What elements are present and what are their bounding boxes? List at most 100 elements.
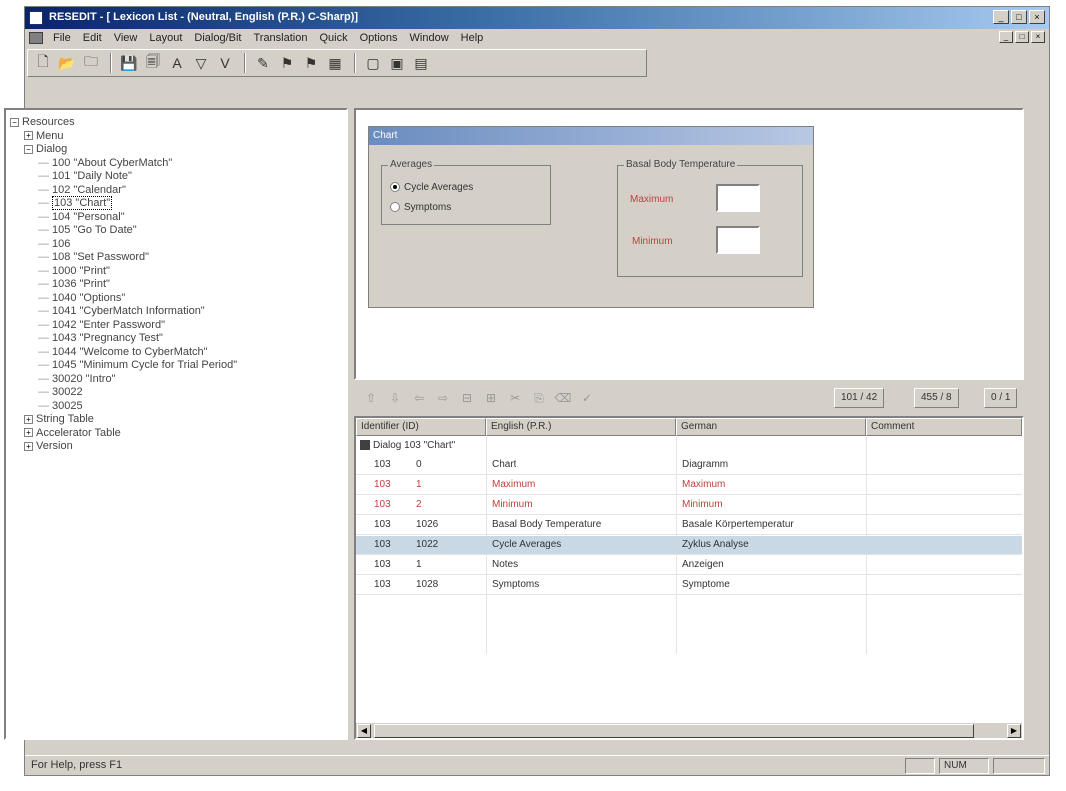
tree-item[interactable]: —1042 "Enter Password"	[38, 319, 165, 332]
tree-item[interactable]: —1041 "CyberMatch Information"	[38, 305, 205, 318]
validate-icon[interactable]: ✓	[578, 391, 596, 405]
tree-item[interactable]: —1044 "Welcome to CyberMatch"	[38, 346, 208, 359]
tree-item[interactable]: —103 "Chart"	[38, 196, 113, 210]
tree-item[interactable]: —101 "Daily Note"	[38, 170, 132, 183]
tree-item[interactable]: —1036 "Print"	[38, 278, 110, 291]
scroll-right-icon[interactable]: ▶	[1007, 724, 1021, 738]
tree-item[interactable]: —105 "Go To Date"	[38, 224, 137, 237]
table-row[interactable]: 103 1 Maximum Maximum	[356, 476, 1022, 495]
save-icon[interactable]: 💾	[118, 52, 140, 74]
flag-icon[interactable]: ⚑	[276, 52, 298, 74]
move-down-icon[interactable]: ⇩	[386, 391, 404, 405]
menu-layout[interactable]: Layout	[143, 32, 188, 44]
folder-icon[interactable]: 🗀	[80, 52, 102, 74]
title-bar[interactable]: RESEDIT - [ Lexicon List - (Neutral, Eng…	[25, 7, 1049, 29]
tree-item[interactable]: —100 "About CyberMatch"	[38, 157, 172, 170]
col-header-id[interactable]: Identifier (ID)	[356, 418, 486, 436]
tree-item[interactable]: —30022	[38, 386, 83, 399]
tree-item[interactable]: + Version	[24, 440, 73, 453]
bbt-group[interactable]: Basal Body Temperature Maximum Minimum	[617, 159, 803, 277]
collapse-icon[interactable]: ⊟	[458, 391, 476, 405]
tree-item[interactable]: + Accelerator Table	[24, 427, 121, 440]
save-all-icon[interactable]: 🗐	[142, 52, 164, 74]
expand-icon[interactable]: +	[24, 441, 33, 451]
minimum-field[interactable]	[716, 226, 760, 254]
new-icon[interactable]: 🗋	[32, 52, 54, 74]
minimize-button[interactable]: _	[993, 10, 1009, 24]
expand-icon[interactable]: ⊞	[482, 391, 500, 405]
menu-translation[interactable]: Translation	[247, 32, 313, 44]
find-icon[interactable]: A	[166, 52, 188, 74]
mdi-restore-button[interactable]: □	[1015, 31, 1029, 43]
check-icon[interactable]: V	[214, 52, 236, 74]
cut-icon[interactable]: ✂	[506, 391, 524, 405]
tree-item[interactable]: —1040 "Options"	[38, 292, 125, 305]
table-row[interactable]: 103 1026 Basal Body Temperature Basale Körp…	[356, 516, 1022, 535]
close-button[interactable]: ×	[1029, 10, 1045, 24]
dialog3-icon[interactable]: ▤	[410, 52, 432, 74]
col-header-german[interactable]: German	[676, 418, 866, 436]
move-up-icon[interactable]: ⇧	[362, 391, 380, 405]
tree-item[interactable]: —106	[38, 238, 70, 251]
scroll-thumb[interactable]	[374, 724, 974, 738]
open-icon[interactable]: 📂	[56, 52, 78, 74]
grid-icon[interactable]: ▦	[324, 52, 346, 74]
dialog2-icon[interactable]: ▣	[386, 52, 408, 74]
tree-item[interactable]: − Resources	[10, 116, 75, 129]
copy-icon[interactable]: ⎘	[530, 391, 548, 406]
maximize-button[interactable]: □	[1011, 10, 1027, 24]
menu-edit[interactable]: Edit	[77, 32, 108, 44]
dialog-preview[interactable]: Chart Averages Cycle Averages Symptoms B…	[368, 126, 814, 308]
group-row[interactable]: Dialog 103 "Chart"	[356, 438, 455, 454]
tag-icon[interactable]: ✎	[252, 52, 274, 74]
menu-view[interactable]: View	[108, 32, 144, 44]
mdi-close-button[interactable]: ×	[1031, 31, 1045, 43]
expand-icon[interactable]: +	[24, 414, 33, 424]
resource-tree[interactable]: − Resources + Menu − Dialog —100 "About CyberM…	[4, 108, 348, 740]
tree-item[interactable]: —30025	[38, 400, 83, 413]
filter-icon[interactable]: ▽	[190, 52, 212, 74]
tree-item[interactable]: + String Table	[24, 413, 94, 426]
expand-icon[interactable]: +	[24, 428, 33, 438]
tree-item[interactable]: − Dialog	[24, 143, 67, 156]
mdi-minimize-button[interactable]: _	[999, 31, 1013, 43]
move-left-icon[interactable]: ⇦	[410, 391, 428, 405]
expand-icon[interactable]: +	[24, 131, 33, 141]
table-row[interactable]: 103 1022 Cycle Averages Zyklus Analyse	[356, 536, 1022, 555]
delete-icon[interactable]: ⌫	[554, 391, 572, 405]
horizontal-scrollbar[interactable]: ◀ ▶	[356, 722, 1022, 738]
tree-item[interactable]: —1045 "Minimum Cycle for Trial Period"	[38, 359, 237, 372]
col-header-english[interactable]: English (P.R.)	[486, 418, 676, 436]
averages-group[interactable]: Averages Cycle Averages Symptoms	[381, 159, 551, 225]
menu-file[interactable]: File	[47, 32, 77, 44]
scroll-left-icon[interactable]: ◀	[357, 724, 371, 738]
maximum-field[interactable]	[716, 184, 760, 212]
menu-help[interactable]: Help	[455, 32, 490, 44]
menu-options[interactable]: Options	[354, 32, 404, 44]
stat-button-2[interactable]: 455 / 8	[914, 388, 959, 408]
menu-quick[interactable]: Quick	[313, 32, 353, 44]
tree-item[interactable]: —1000 "Print"	[38, 265, 110, 278]
menu-dialog[interactable]: Dialog/Bit	[188, 32, 247, 44]
dialog-icon[interactable]: ▢	[362, 52, 384, 74]
symptoms-radio[interactable]: Symptoms	[390, 202, 530, 216]
col-header-comment[interactable]: Comment	[866, 418, 1022, 436]
stat-button-3[interactable]: 0 / 1	[984, 388, 1018, 408]
tree-item[interactable]: —1043 "Pregnancy Test"	[38, 332, 163, 345]
tree-item[interactable]: —102 "Calendar"	[38, 184, 126, 197]
stat-button-1[interactable]: 101 / 42	[834, 388, 885, 408]
move-right-icon[interactable]: ⇨	[434, 391, 452, 405]
collapse-icon[interactable]: −	[24, 144, 33, 154]
cycle-averages-radio[interactable]: Cycle Averages	[390, 182, 530, 196]
tree-item[interactable]: —104 "Personal"	[38, 211, 125, 224]
table-row[interactable]: 103 0 Chart Diagramm	[356, 456, 1022, 475]
flag2-icon[interactable]: ⚑	[300, 52, 322, 74]
table-row[interactable]: 103 1 Notes Anzeigen	[356, 556, 1022, 575]
menu-window[interactable]: Window	[404, 32, 455, 44]
tree-item[interactable]: + Menu	[24, 130, 64, 143]
tree-item[interactable]: —30020 "Intro"	[38, 373, 115, 386]
table-row[interactable]: 103 1028 Symptoms Symptome	[356, 576, 1022, 595]
document-icon[interactable]	[29, 32, 43, 44]
collapse-icon[interactable]: −	[10, 117, 19, 127]
translation-grid[interactable]: Identifier (ID) English (P.R.) German Co…	[354, 416, 1024, 740]
